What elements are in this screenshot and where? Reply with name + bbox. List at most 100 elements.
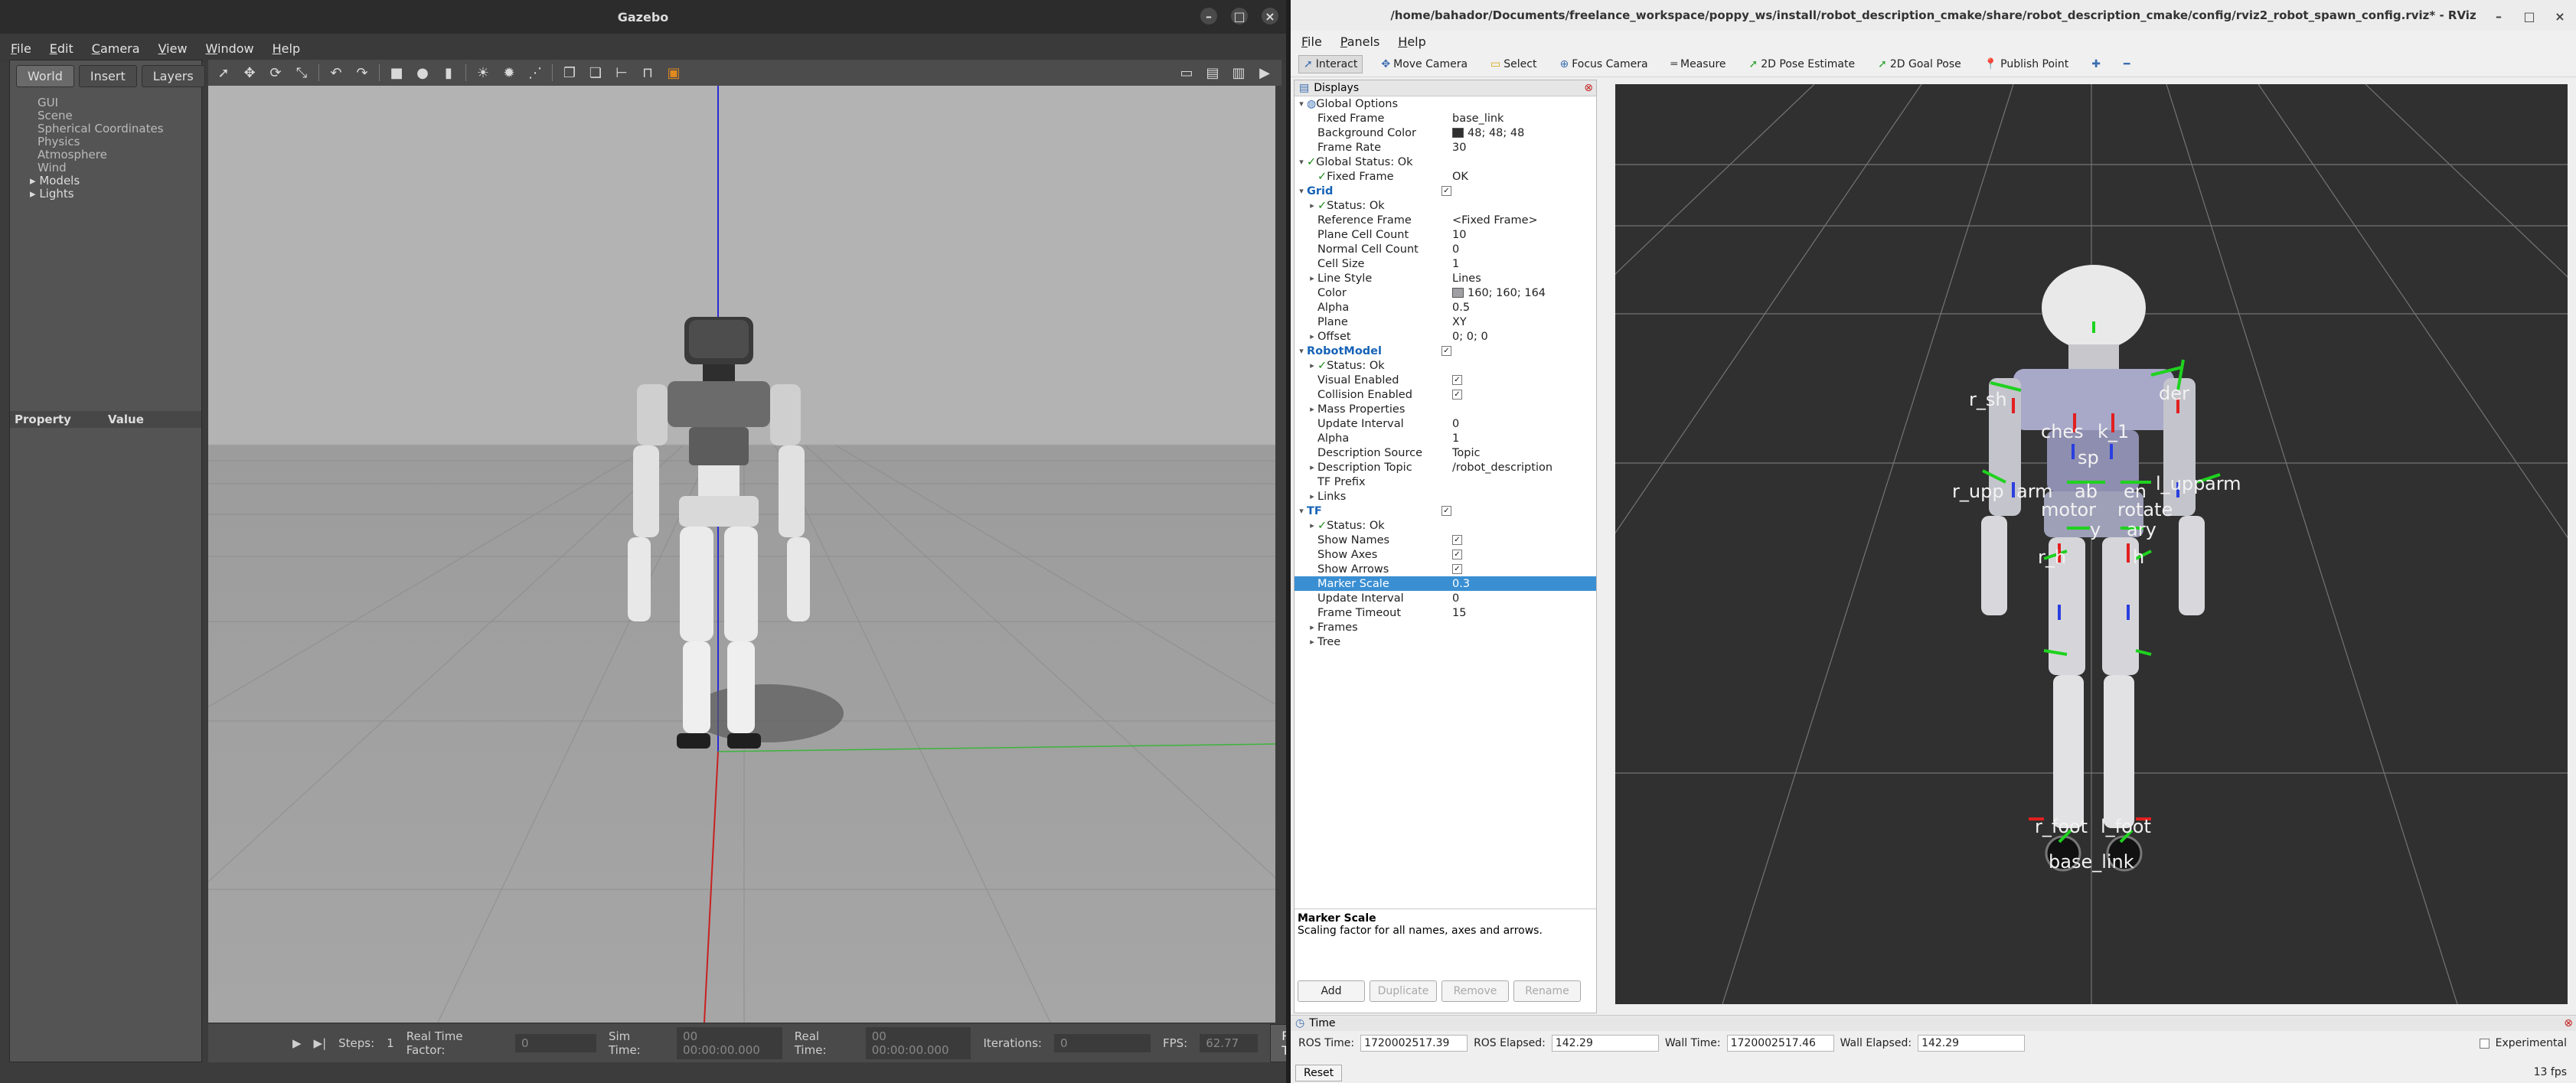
property-value-cell[interactable]: OK [1452,171,1596,183]
select-arrow-icon[interactable]: ➚ [214,64,233,82]
display-property-row[interactable]: ▸ ✓ Status: Ok [1295,358,1596,373]
property-value-cell[interactable]: ✓ [1441,346,1596,356]
display-property-row[interactable]: Color 160; 160; 164 [1295,285,1596,300]
rotate-icon[interactable]: ⟳ [266,64,285,82]
property-value-cell[interactable]: 0.5 [1452,302,1596,314]
display-property-row[interactable]: Description Source Topic [1295,445,1596,460]
property-value-cell[interactable]: 1 [1452,258,1596,270]
tool-2d-goal-pose[interactable]: ➚ 2D Goal Pose [1873,56,1966,73]
display-property-row[interactable]: ▾ Grid ✓ [1295,184,1596,198]
display-property-row[interactable]: ▾ ✓ Global Status: Ok [1295,155,1596,169]
snap-icon[interactable]: ⊓ [638,64,657,82]
tool-2d-pose-estimate[interactable]: ➚ 2D Pose Estimate [1745,56,1860,73]
expand-down-arrow-icon[interactable]: ▾ [1296,506,1307,516]
play-icon[interactable]: ▶ [292,1036,302,1050]
close-panel-icon[interactable]: ⊗ [2564,1017,2573,1029]
property-value-cell[interactable]: 10 [1452,229,1596,241]
duplicate-button[interactable]: Duplicate [1370,980,1437,1002]
screenshot-icon[interactable]: ▭ [1177,64,1196,82]
expand-down-arrow-icon[interactable]: ▾ [1296,346,1307,356]
checkbox[interactable]: ✓ [1452,390,1462,400]
change-view-icon[interactable]: ▣ [664,64,683,82]
display-property-row[interactable]: Background Color 48; 48; 48 [1295,126,1596,140]
display-property-row[interactable]: Frame Timeout 15 [1295,605,1596,620]
display-property-row[interactable]: Plane Cell Count 10 [1295,227,1596,242]
remove-button[interactable]: Remove [1441,980,1509,1002]
display-property-row[interactable]: Normal Cell Count 0 [1295,242,1596,256]
expand-right-arrow-icon[interactable]: ▸ [1307,404,1317,414]
expand-right-arrow-icon[interactable]: ▸ [1307,360,1317,370]
menu-help[interactable]: Help [273,41,300,56]
display-property-row[interactable]: Show Names ✓ [1295,533,1596,547]
tree-item-scene[interactable]: Scene [19,109,192,122]
expand-right-arrow-icon[interactable]: ▸ [1307,622,1317,632]
expand-down-arrow-icon[interactable]: ▾ [1296,157,1307,167]
tab-insert[interactable]: Insert [78,65,137,87]
log-icon[interactable]: ▤ [1203,64,1222,82]
redo-icon[interactable]: ↷ [353,64,371,82]
tab-world[interactable]: World [16,65,74,87]
tree-item-physics[interactable]: Physics [19,135,192,148]
property-value-cell[interactable]: XY [1452,316,1596,328]
cylinder-shape-icon[interactable]: ▮ [439,64,458,82]
wall-time-field[interactable]: 1720002517.46 [1726,1035,1834,1052]
display-property-row[interactable]: Reference Frame <Fixed Frame> [1295,213,1596,227]
property-value-cell[interactable]: ✓ [1452,550,1596,559]
display-property-row[interactable]: ▾ ◍ Global Options [1295,96,1596,111]
box-shape-icon[interactable]: ■ [387,64,406,82]
display-property-row[interactable]: ▾ TF ✓ [1295,504,1596,518]
property-value-cell[interactable]: 0 [1452,243,1596,256]
menu-camera[interactable]: Camera [92,41,140,56]
minimize-icon[interactable]: – [1200,8,1217,24]
step-icon[interactable]: ▶| [314,1036,327,1050]
add-button[interactable]: Add [1298,980,1365,1002]
tree-item-models[interactable]: ▸ Models [19,175,192,188]
checkbox[interactable]: ✓ [1452,564,1462,574]
copy-icon[interactable]: ❐ [560,64,579,82]
tool-publish-point[interactable]: 📍 Publish Point [1980,56,2074,73]
expand-right-arrow-icon[interactable]: ▸ [1307,331,1317,341]
tree-item-wind[interactable]: Wind [19,161,192,175]
reset-button[interactable]: Reset [1295,1065,1343,1081]
wall-elapsed-field[interactable]: 142.29 [1918,1035,2026,1052]
property-value-cell[interactable]: 0 [1452,418,1596,430]
display-property-row[interactable]: ▾ RobotModel ✓ [1295,344,1596,358]
tree-item-gui[interactable]: GUI [19,96,192,109]
rename-button[interactable]: Rename [1513,980,1581,1002]
menu-edit[interactable]: Edit [50,41,73,56]
menu-file[interactable]: File [11,41,31,56]
spot-light-icon[interactable]: ⋰ [526,64,544,82]
menu-window[interactable]: Window [206,41,254,56]
ros-time-field[interactable]: 1720002517.39 [1360,1035,1468,1052]
menu-help[interactable]: Help [1398,34,1425,49]
expand-right-arrow-icon[interactable]: ▸ [1307,637,1317,647]
property-value-cell[interactable]: ✓ [1452,375,1596,385]
expand-right-arrow-icon[interactable]: ▸ [1307,462,1317,472]
checkbox[interactable]: ✓ [1452,535,1462,545]
display-property-row[interactable]: ▸ Offset 0; 0; 0 [1295,329,1596,344]
expand-right-arrow-icon[interactable]: ▸ [1307,520,1317,530]
maximize-icon[interactable]: □ [2521,8,2538,24]
expand-down-arrow-icon[interactable]: ▾ [1296,99,1307,109]
display-property-row[interactable]: Cell Size 1 [1295,256,1596,271]
property-value-cell[interactable]: 48; 48; 48 [1452,127,1596,139]
display-property-row[interactable]: Frame Rate 30 [1295,140,1596,155]
display-property-row[interactable]: ✓ Fixed Frame OK [1295,169,1596,184]
checkbox[interactable]: ✓ [1441,506,1451,516]
color-swatch[interactable] [1452,128,1464,138]
checkbox[interactable]: ✓ [1452,550,1462,559]
property-value-cell[interactable]: ✓ [1452,535,1596,545]
property-value-cell[interactable]: <Fixed Frame> [1452,214,1596,227]
tool-select[interactable]: ▭ Select [1486,56,1541,73]
tool-move-camera[interactable]: ✥ Move Camera [1376,56,1472,73]
display-property-row[interactable]: ▸ Tree [1295,634,1596,649]
display-property-row[interactable]: Alpha 0.5 [1295,300,1596,315]
property-value-cell[interactable]: Topic [1452,447,1596,459]
color-swatch[interactable] [1452,288,1464,298]
sun-light-icon[interactable]: ☀ [474,64,492,82]
tree-item-spherical-coordinates[interactable]: Spherical Coordinates [19,122,192,135]
scale-icon[interactable]: ⤡ [292,64,311,82]
paste-icon[interactable]: ❏ [586,64,605,82]
tree-item-lights[interactable]: ▸ Lights [19,188,192,201]
menu-file[interactable]: File [1301,34,1322,49]
